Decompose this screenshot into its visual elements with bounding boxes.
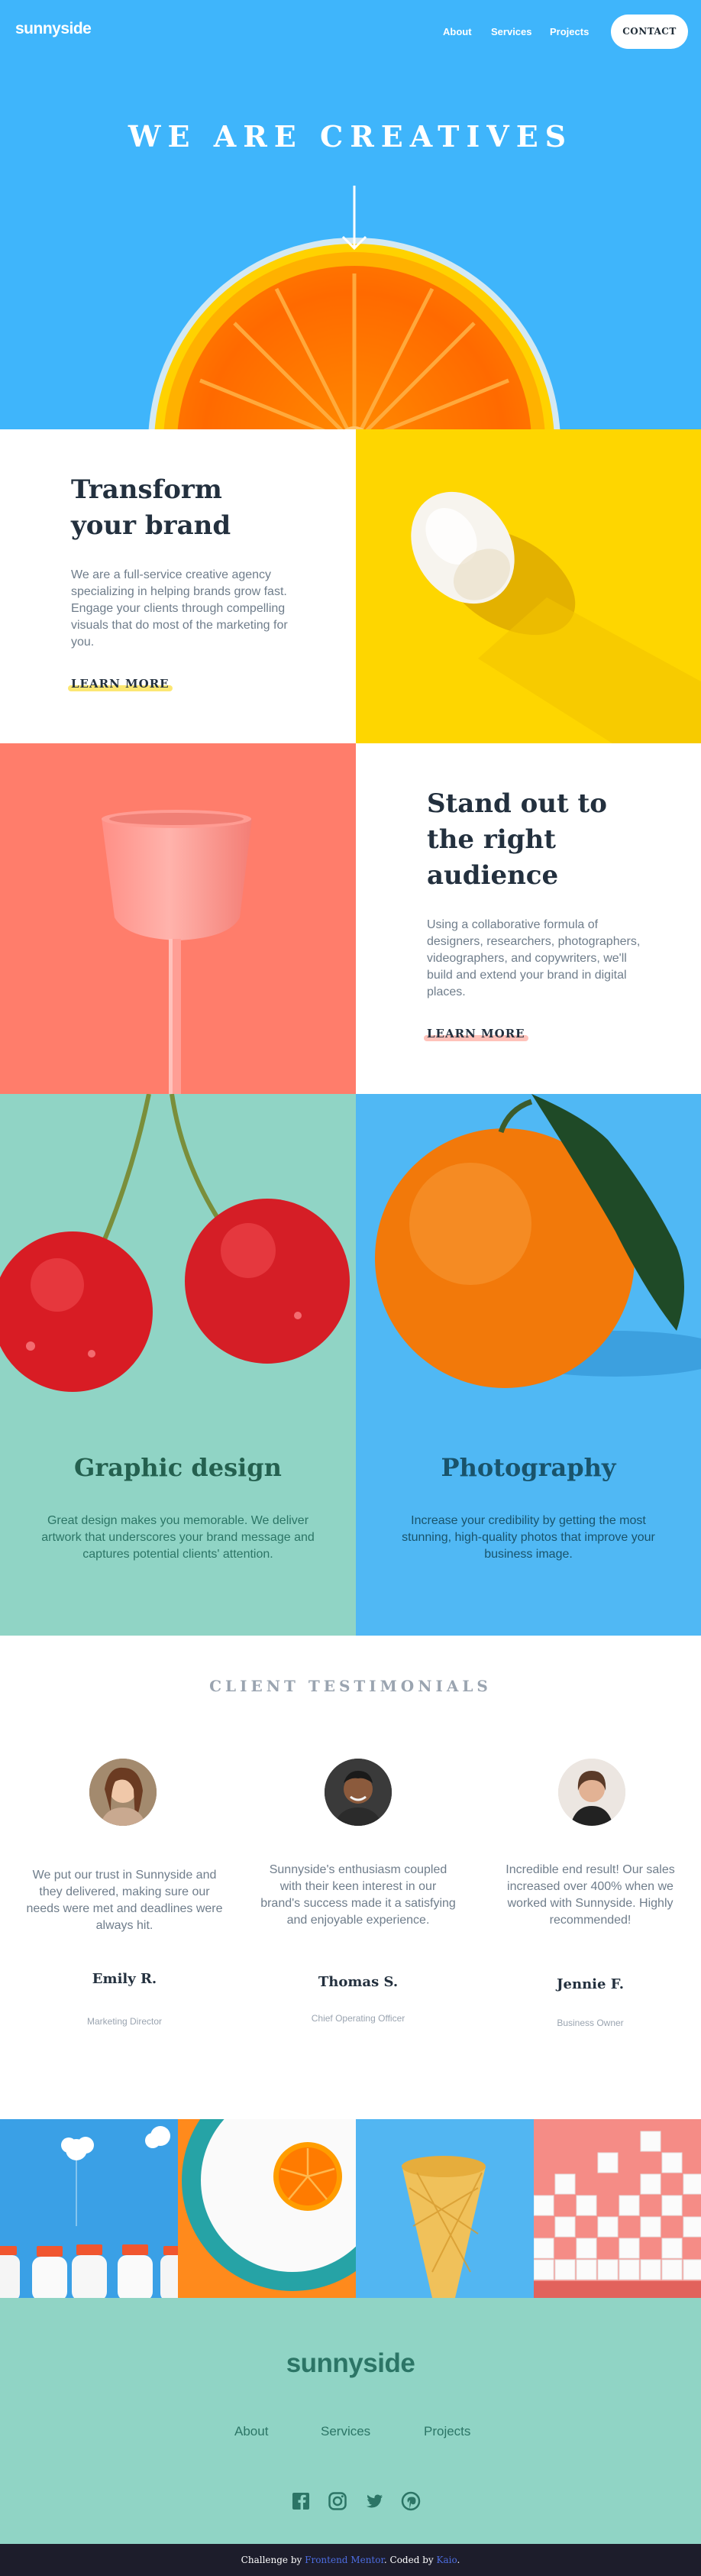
nav-link-projects[interactable]: Projects xyxy=(550,26,589,37)
footer-link-about[interactable]: About xyxy=(234,2424,268,2439)
twitter-icon[interactable] xyxy=(363,2490,385,2512)
avatar-thomas xyxy=(325,1759,392,1826)
attribution-mid: . Coded by xyxy=(383,2555,434,2565)
graphic-design-card: Graphic design Great design makes you me… xyxy=(0,1094,356,1636)
contact-button[interactable]: CONTACT xyxy=(611,15,688,49)
graphic-design-title: Graphic design xyxy=(74,1453,282,1482)
orange-segments xyxy=(199,273,509,429)
attribution-prefix: Challenge by xyxy=(241,2555,302,2565)
cup-image xyxy=(0,743,356,1094)
cherries-image xyxy=(0,1094,350,1392)
arrow-down-icon[interactable] xyxy=(339,186,370,251)
standout-title-line3: audience xyxy=(427,860,559,891)
standout-body: Using a collaborative formula of designe… xyxy=(427,918,641,998)
testimonial-name-3: Jennie F. xyxy=(557,1976,624,1992)
services-section: Graphic design Great design makes you me… xyxy=(0,1094,701,1636)
frontend-mentor-link[interactable]: Frontend Mentor xyxy=(305,2555,384,2565)
testimonial-name-1: Emily R. xyxy=(92,1971,157,1987)
author-link[interactable]: Kaio xyxy=(437,2555,457,2565)
gallery-ice-cream-cone xyxy=(356,2119,534,2298)
photography-card: Photography Increase your credibility by… xyxy=(356,1094,701,1636)
hero-title: WE ARE CREATIVES xyxy=(128,119,573,154)
nav-link-about[interactable]: About xyxy=(443,26,472,37)
avatar-jennie xyxy=(558,1759,625,1826)
testimonial-role-3: Business Owner xyxy=(557,2018,624,2028)
pinterest-icon[interactable] xyxy=(400,2490,422,2512)
testimonial-quote-1: We put our trust in Sunnyside and they d… xyxy=(26,1869,223,1932)
instagram-icon[interactable] xyxy=(327,2490,348,2512)
gallery-milk-bottles xyxy=(0,2119,178,2298)
standout-title-line2: the right xyxy=(427,824,556,855)
transform-section: Transform your brand We are a full-servi… xyxy=(0,429,701,750)
facebook-icon[interactable] xyxy=(290,2490,312,2512)
footer: sunnyside About Services Projects xyxy=(0,2298,701,2544)
transform-title-line1: Transform xyxy=(71,474,222,505)
footer-link-projects[interactable]: Projects xyxy=(424,2424,470,2439)
hero-section: sunnyside About Services Projects CONTAC… xyxy=(0,0,701,429)
transform-title: Transform your brand xyxy=(71,472,323,544)
testimonial-role-1: Marketing Director xyxy=(86,2016,163,2027)
egg-image xyxy=(356,429,701,750)
standout-learn-more-label: LEARN MORE xyxy=(427,1027,525,1040)
footer-logo[interactable]: sunnyside xyxy=(0,2348,701,2379)
testimonial-role-2: Chief Operating Officer xyxy=(311,2013,405,2024)
testimonials-heading: CLIENT TESTIMONIALS xyxy=(209,1677,492,1695)
testimonial-quote-2: Sunnyside's enthusiasm coupled with thei… xyxy=(260,1863,456,1927)
testimonial-quote-3: Incredible end result! Our sales increas… xyxy=(506,1863,675,1927)
main-nav: About Services Projects xyxy=(0,26,701,41)
standout-title: Stand out to the right audience xyxy=(427,786,656,894)
standout-learn-more-link[interactable]: LEARN MORE xyxy=(424,1027,528,1041)
photography-body: Increase your credibility by getting the… xyxy=(402,1514,655,1561)
gallery-sugar-cubes xyxy=(534,2119,701,2298)
photography-title: Photography xyxy=(441,1453,616,1482)
gallery xyxy=(0,2119,701,2298)
transform-body: We are a full-service creative agency sp… xyxy=(71,568,288,649)
standout-title-line1: Stand out to xyxy=(427,788,607,819)
attribution: Challenge by Frontend Mentor. Coded by K… xyxy=(0,2544,701,2576)
testimonial-name-2: Thomas S. xyxy=(318,1974,399,1990)
graphic-design-body: Great design makes you memorable. We del… xyxy=(41,1514,315,1561)
footer-link-services[interactable]: Services xyxy=(321,2424,370,2439)
attribution-suffix: . xyxy=(457,2555,460,2565)
orange-image xyxy=(375,1094,701,1388)
standout-section: Stand out to the right audience Using a … xyxy=(0,743,701,1094)
transform-title-line2: your brand xyxy=(71,510,231,541)
transform-learn-more-label: LEARN MORE xyxy=(71,677,170,691)
nav-link-services[interactable]: Services xyxy=(491,26,532,37)
avatar-emily xyxy=(89,1759,157,1826)
gallery-orange-on-plate xyxy=(178,2119,356,2298)
transform-learn-more-link[interactable]: LEARN MORE xyxy=(68,677,173,691)
